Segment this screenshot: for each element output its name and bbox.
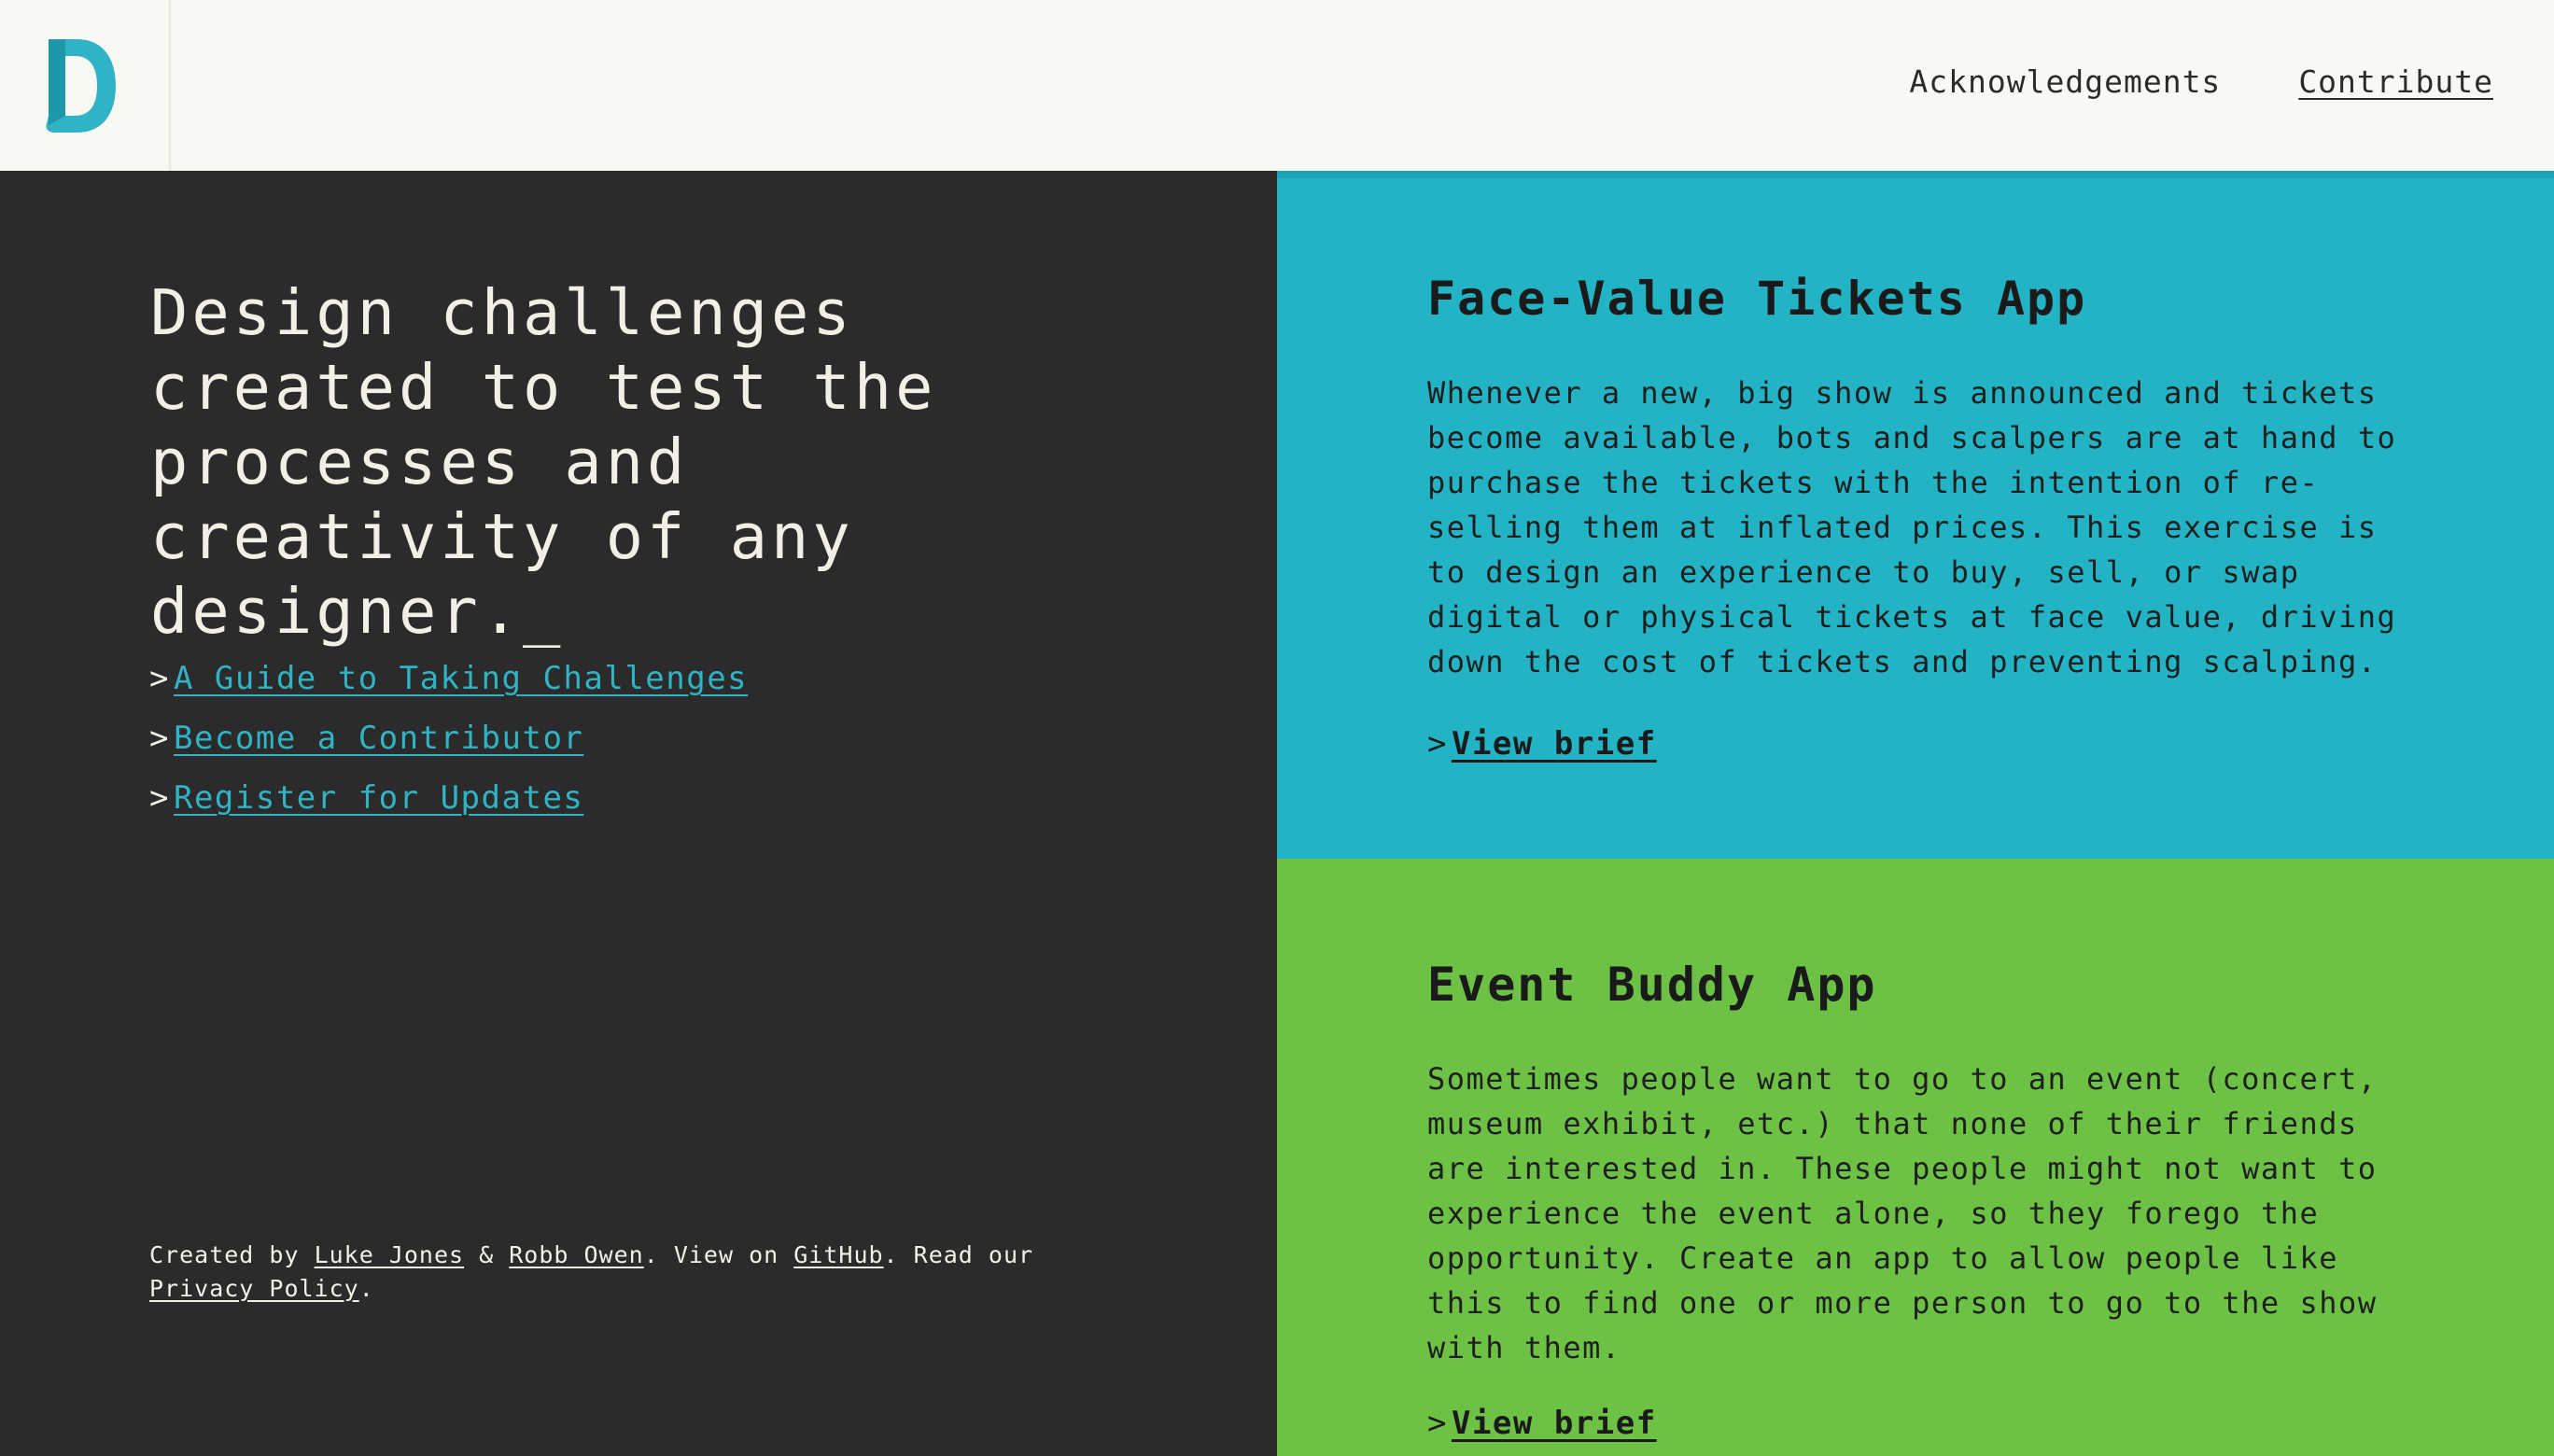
challenge-card-face-value: Face-Value Tickets App Whenever a new, b…	[1277, 171, 2554, 859]
letter-d-logo-icon	[46, 39, 117, 133]
become-contributor-link[interactable]: Become a Contributor	[174, 720, 583, 757]
footer-credits: Created by Luke Jones & Robb Owen. View …	[149, 1239, 1083, 1306]
nav-contribute[interactable]: Contribute	[2298, 63, 2493, 100]
hero-headline: Design challenges created to test the pr…	[150, 276, 937, 648]
nav-acknowledgements[interactable]: Acknowledgements	[1909, 63, 2221, 100]
author-link-luke[interactable]: Luke Jones	[315, 1241, 465, 1268]
view-brief-link[interactable]: View brief	[1452, 1405, 1657, 1442]
view-brief-link[interactable]: View brief	[1452, 725, 1657, 763]
intro-links: > A Guide to Taking Challenges > Become a …	[149, 649, 748, 828]
caret-icon: >	[1427, 725, 1448, 763]
list-item: > A Guide to Taking Challenges	[149, 649, 748, 708]
caret-icon: >	[149, 660, 170, 697]
view-brief-row: > View brief	[1427, 725, 1657, 763]
footer-created-by: Created by	[149, 1241, 315, 1268]
guide-link[interactable]: A Guide to Taking Challenges	[174, 660, 748, 697]
view-brief-row: > View brief	[1427, 1405, 1657, 1442]
top-nav: Acknowledgements Contribute	[1909, 63, 2493, 100]
footer-end: .	[358, 1275, 374, 1302]
footer-view-on: . View on	[643, 1241, 794, 1268]
footer-read-our: . Read our	[883, 1241, 1034, 1268]
author-link-robb[interactable]: Robb Owen	[509, 1241, 643, 1268]
list-item: > Register for Updates	[149, 768, 748, 828]
list-item: > Become a Contributor	[149, 708, 748, 768]
challenge-title: Face-Value Tickets App	[1427, 272, 2087, 326]
github-link[interactable]: GitHub	[793, 1241, 883, 1268]
intro-panel: Design challenges created to test the pr…	[0, 171, 1277, 1456]
challenge-card-event-buddy: Event Buddy App Sometimes people want to…	[1277, 859, 2554, 1456]
logo-link[interactable]	[0, 0, 171, 171]
challenge-description: Sometimes people want to go to an event …	[1427, 1061, 2378, 1365]
caret-icon: >	[1427, 1405, 1448, 1442]
privacy-policy-link[interactable]: Privacy Policy	[149, 1275, 359, 1302]
footer-amp: &	[464, 1241, 510, 1268]
register-updates-link[interactable]: Register for Updates	[174, 779, 583, 817]
caret-icon: >	[149, 720, 170, 757]
site-header: Acknowledgements Contribute	[0, 0, 2554, 171]
caret-icon: >	[149, 779, 170, 817]
challenge-title: Event Buddy App	[1427, 958, 1877, 1012]
challenge-description: Whenever a new, big show is announced an…	[1427, 375, 2397, 679]
